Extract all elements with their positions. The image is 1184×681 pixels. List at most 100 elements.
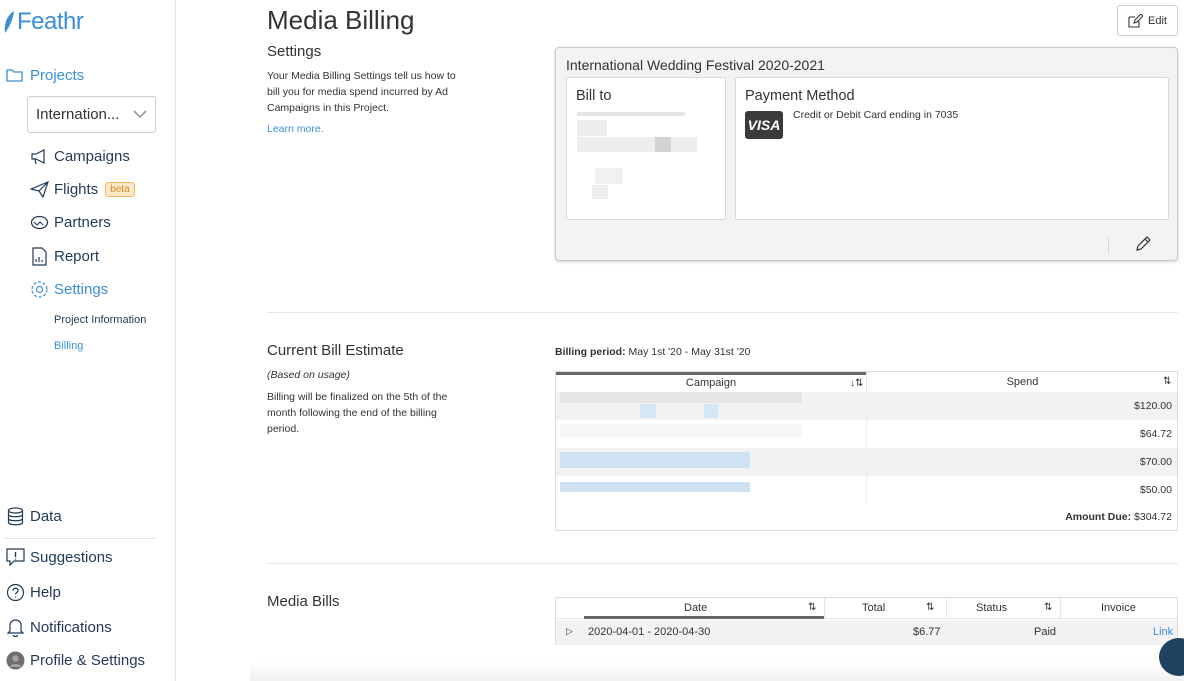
redacted-text <box>592 185 608 199</box>
sidebar-item-notifications[interactable]: Notifications <box>5 617 112 637</box>
page-title: Media Billing <box>267 5 415 35</box>
card-footer-divider <box>1108 237 1109 254</box>
sidebar-item-label: Report <box>54 247 100 265</box>
column-divider <box>824 598 825 619</box>
table-row[interactable]: $64.72 <box>556 420 1177 448</box>
column-divider <box>866 392 867 420</box>
bill-to-heading: Bill to <box>576 88 612 104</box>
sidebar-item-label: Flights <box>54 180 99 198</box>
sort-icon[interactable]: ⇅ <box>808 602 816 613</box>
bill-total: $6.77 <box>913 626 941 638</box>
column-header-status[interactable]: Status <box>976 602 1007 614</box>
payment-method-heading: Payment Method <box>745 88 855 104</box>
sidebar-item-data[interactable]: Data <box>5 506 62 526</box>
sidebar-item-label: Projects <box>30 66 85 84</box>
sort-icon[interactable]: ⇅ <box>1163 376 1171 387</box>
app: Feathr Projects Internation... Campaigns… <box>0 0 1184 681</box>
bill-date: 2020-04-01 - 2020-04-30 <box>588 626 711 638</box>
column-header-total[interactable]: Total <box>862 602 885 614</box>
table-row[interactable]: ▷ 2020-04-01 - 2020-04-30 $6.77 Paid Lin… <box>556 620 1177 645</box>
expand-icon[interactable]: ▷ <box>566 626 573 637</box>
payment-method-text: Credit or Debit Card ending in 7035 <box>793 109 959 121</box>
redacted-text <box>640 404 656 418</box>
sidebar-item-label: Settings <box>54 280 109 298</box>
section-divider <box>267 563 1178 564</box>
sidebar-item-campaigns[interactable]: Campaigns <box>29 146 130 166</box>
scroll-shadow <box>250 662 1184 681</box>
column-label: Spend <box>1006 376 1039 388</box>
project-name: International Wedding Festival 2020-2021 <box>566 57 825 73</box>
sort-alpha-icon[interactable]: ↓⇅ <box>850 378 863 389</box>
edit-icon <box>1128 13 1144 28</box>
settings-title: Settings <box>267 43 322 60</box>
column-divider <box>866 476 867 504</box>
sidebar-subitem-billing[interactable]: Billing <box>54 340 83 352</box>
table-header: Date ⇅ Total ⇅ Status ⇅ Invoice <box>556 598 1177 619</box>
pencil-icon[interactable] <box>1134 235 1152 253</box>
media-bills-table: Date ⇅ Total ⇅ Status ⇅ Invoice ▷ 2020-0… <box>555 597 1178 645</box>
sidebar-item-profile[interactable]: Profile & Settings <box>5 650 145 670</box>
column-divider <box>1060 598 1061 619</box>
settings-description: Your Media Billing Settings tell us how … <box>267 70 456 114</box>
spend-value: $64.72 <box>1139 428 1172 440</box>
learn-more-link[interactable]: Learn more. <box>267 123 324 135</box>
redacted-text <box>577 120 607 136</box>
estimate-subtitle: (Based on usage) <box>267 369 350 381</box>
column-divider <box>866 420 867 448</box>
sidebar-item-projects[interactable]: Projects <box>5 65 84 85</box>
sidebar-item-report[interactable]: Report <box>29 246 99 266</box>
sidebar-item-label: Campaigns <box>54 147 130 165</box>
payment-method-box: Payment Method VISA Credit or Debit Card… <box>735 77 1169 220</box>
column-header-date[interactable]: Date <box>684 602 707 614</box>
invoice-link[interactable]: Link <box>1153 626 1173 638</box>
sidebar-item-label: Profile & Settings <box>30 651 146 669</box>
project-select[interactable]: Internation... <box>27 96 156 133</box>
megaphone-icon <box>29 146 49 166</box>
help-icon <box>5 582 25 602</box>
handshake-icon <box>29 212 49 232</box>
table-row[interactable]: $50.00 <box>556 476 1177 504</box>
billing-period-label: Billing period: <box>555 346 626 358</box>
sidebar-subitem-project-information[interactable]: Project Information <box>54 314 146 326</box>
gear-icon <box>29 279 49 299</box>
redacted-text <box>595 168 623 184</box>
feather-icon <box>4 11 14 33</box>
sidebar-item-suggestions[interactable]: Suggestions <box>5 547 113 567</box>
spend-value: $120.00 <box>1134 400 1172 412</box>
feathr-logo[interactable]: Feathr <box>2 8 84 36</box>
column-header-spend[interactable]: Spend ⇅ <box>866 372 1178 392</box>
paper-plane-icon <box>29 179 49 199</box>
column-header-campaign[interactable]: Campaign ↓⇅ <box>556 372 866 392</box>
beta-badge: beta <box>105 181 135 197</box>
amount-due-value: $304.72 <box>1134 511 1172 523</box>
sidebar-item-settings[interactable]: Settings <box>29 279 108 299</box>
sidebar-item-label: Data <box>30 507 62 525</box>
sidebar-item-label: Suggestions <box>30 548 113 566</box>
sidebar-divider <box>4 538 156 539</box>
column-divider <box>866 448 867 476</box>
section-divider <box>267 312 1178 313</box>
spend-value: $70.00 <box>1139 456 1172 468</box>
estimate-description: Billing will be finalized on the 5th of … <box>267 391 448 435</box>
table-header: Campaign ↓⇅ Spend ⇅ <box>556 372 1177 392</box>
sort-icon[interactable]: ⇅ <box>1044 602 1052 613</box>
redacted-text <box>560 392 802 403</box>
redacted-link <box>560 482 750 492</box>
chevron-down-icon <box>133 110 147 119</box>
amount-due: Amount Due: $304.72 <box>1065 511 1172 523</box>
database-icon <box>5 506 25 526</box>
redacted-text <box>577 137 697 152</box>
sidebar-item-flights[interactable]: Flights beta <box>29 179 135 199</box>
suggestion-icon <box>5 547 25 567</box>
sort-icon[interactable]: ⇅ <box>926 602 934 613</box>
table-row[interactable]: $120.00 <box>556 392 1177 420</box>
sidebar: Feathr Projects Internation... Campaigns… <box>0 0 176 681</box>
sidebar-item-partners[interactable]: Partners <box>29 212 111 232</box>
sidebar-item-help[interactable]: Help <box>5 582 61 602</box>
bill-to-box: Bill to <box>566 77 726 220</box>
edit-button[interactable]: Edit <box>1117 5 1178 36</box>
redacted-link <box>560 452 750 468</box>
avatar <box>5 650 25 670</box>
table-row[interactable]: $70.00 <box>556 448 1177 476</box>
redacted-text <box>577 112 685 116</box>
